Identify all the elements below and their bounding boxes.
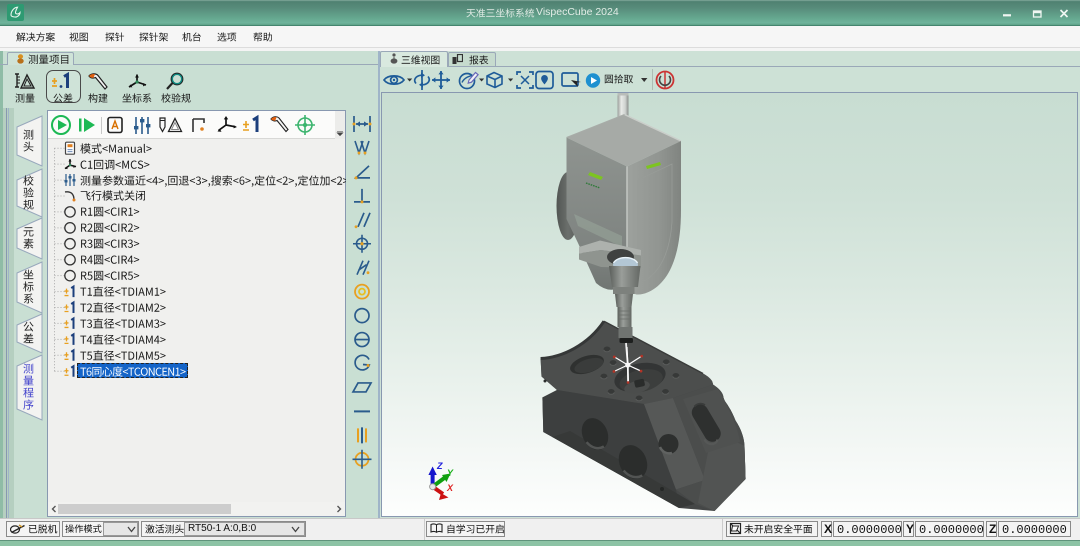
svg-text:X: X [446,483,454,493]
svg-text:Z: Z [436,461,443,471]
svg-text:Y: Y [447,468,454,478]
